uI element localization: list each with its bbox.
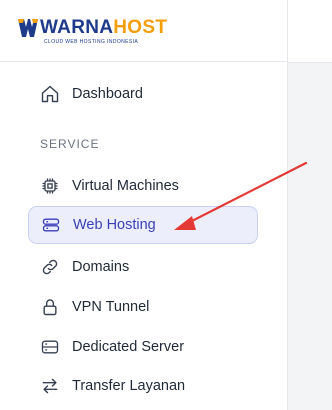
sidebar-item-dedicated-server[interactable]: Dedicated Server — [28, 328, 258, 366]
sidebar-item-dashboard[interactable]: Dashboard — [28, 75, 258, 113]
brand-name: WARNAHOST — [40, 17, 167, 39]
brand-logo[interactable]: WARNAHOST CLOUD WEB HOSTING INDONESIA — [16, 12, 276, 52]
section-title-service: SERVICE — [40, 137, 100, 151]
sidebar-item-label: Transfer Layanan — [72, 378, 186, 394]
sidebar-item-vpn-tunnel[interactable]: VPN Tunnel — [28, 288, 258, 326]
sidebar-item-transfer-layanan[interactable]: Transfer Layanan — [28, 367, 258, 405]
sidebar-item-web-hosting[interactable]: Web Hosting — [28, 206, 258, 244]
sidebar-item-virtual-machines[interactable]: Virtual Machines — [28, 167, 258, 205]
sidebar-item-label: Dedicated Server — [72, 339, 185, 355]
sidebar-item-domains[interactable]: Domains — [28, 248, 258, 286]
header-divider — [0, 61, 288, 62]
logo-icon — [18, 19, 38, 37]
sidebar: WARNAHOST CLOUD WEB HOSTING INDONESIA Da… — [0, 0, 288, 410]
server-stack-icon — [41, 215, 61, 235]
link-icon — [40, 257, 60, 277]
sidebar-item-label: Web Hosting — [73, 217, 156, 233]
server-icon — [40, 337, 60, 357]
lock-icon — [40, 297, 60, 317]
topbar — [288, 0, 332, 63]
sidebar-item-label: VPN Tunnel — [72, 299, 150, 315]
brand-tagline: CLOUD WEB HOSTING INDONESIA — [44, 39, 139, 45]
arrows-transfer-icon — [40, 376, 60, 396]
sidebar-item-label: Virtual Machines — [72, 178, 179, 194]
brand-name-part2: HOST — [113, 17, 168, 38]
home-icon — [40, 84, 60, 104]
sidebar-item-label: Dashboard — [72, 86, 143, 102]
brand-name-part1: WARNA — [40, 17, 114, 38]
cpu-icon — [40, 176, 60, 196]
sidebar-item-label: Domains — [72, 259, 130, 275]
